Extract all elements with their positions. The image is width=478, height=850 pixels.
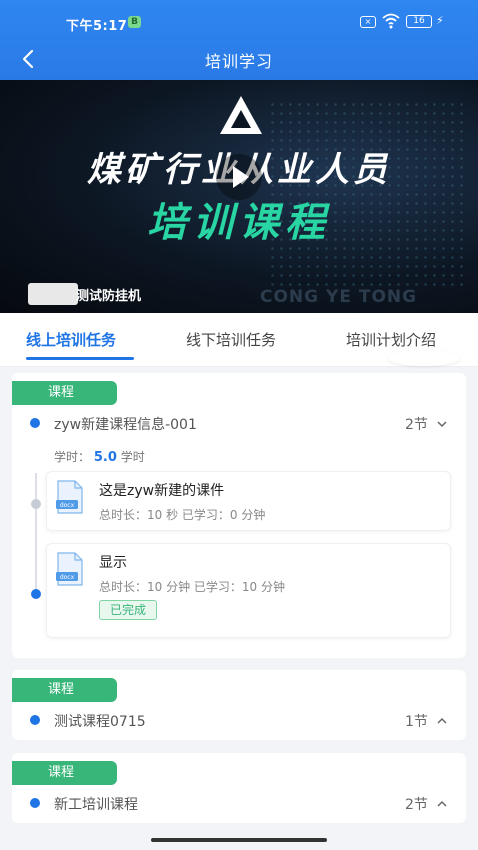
course-title[interactable]: 测试课程0715	[54, 711, 146, 731]
charging-icon: ⚡	[436, 14, 444, 27]
hours-unit: 学时	[120, 450, 145, 464]
page-title: 培训学习	[204, 52, 273, 71]
course-lesson-toggle[interactable]: 1节	[405, 711, 448, 731]
lesson-count: 2节	[405, 417, 428, 433]
sim-icon: ×	[360, 16, 376, 28]
tab-overlay	[388, 350, 460, 366]
banner-watermark: CONG YE TONG	[260, 287, 418, 307]
docx-file-icon: docx	[56, 480, 83, 514]
lesson-count: 1节	[405, 714, 428, 730]
course-dot	[30, 798, 40, 808]
battery-icon: 16	[406, 15, 432, 28]
completed-badge: 已完成	[99, 600, 158, 620]
courseware-item[interactable]: docx 显示 总时长：10 分钟 已学习：10 分钟 已完成	[46, 543, 451, 638]
training-tabs: 线上培训任务 线下培训任务 培训计划介绍	[0, 313, 478, 367]
tab-offline-tasks[interactable]: 线下培训任务	[186, 329, 276, 350]
status-bar: 下午5:17 B × 16 ⚡	[0, 0, 478, 40]
home-indicator[interactable]	[151, 838, 327, 842]
top-bar: 下午5:17 B × 16 ⚡ 培训学习	[0, 0, 478, 80]
tab-online-tasks[interactable]: 线上培训任务	[26, 329, 116, 350]
course-card: 课程 新工培训课程 2节	[12, 753, 466, 823]
wifi-icon	[382, 13, 400, 29]
courseware-title: 显示	[99, 555, 127, 571]
notification-badge: B	[128, 16, 141, 28]
hours-value: 5.0	[93, 450, 117, 465]
course-lesson-toggle[interactable]: 2节	[405, 414, 448, 434]
courseware-meta: 总时长：10 秒 已学习：0 分钟	[99, 508, 266, 522]
chevron-up-icon	[437, 800, 447, 807]
chevron-up-icon	[437, 717, 447, 724]
redacted-name	[28, 283, 78, 305]
course-tag: 课程	[12, 678, 117, 702]
lesson-count: 2节	[405, 797, 428, 813]
courseware-item[interactable]: docx 这是zyw新建的课件 总时长：10 秒 已学习：0 分钟	[46, 471, 451, 531]
course-card: 课程 zyw新建课程信息-001 2节 学时： 5.0 学时 docx 这是zy…	[12, 373, 466, 658]
brand-logo-icon	[220, 96, 262, 134]
tab-plan-intro[interactable]: 培训计划介绍	[346, 329, 436, 350]
course-video-banner[interactable]: 煤矿行业从业人员 培训课程 CONG YE TONG 测试防挂机	[0, 80, 478, 313]
active-tab-indicator	[26, 357, 134, 360]
chevron-down-icon	[437, 421, 447, 428]
courseware-meta: 总时长：10 分钟 已学习：10 分钟	[99, 580, 285, 594]
play-icon[interactable]	[216, 154, 262, 200]
course-hours: 学时： 5.0 学时	[54, 448, 145, 465]
lesson-timeline	[35, 473, 37, 591]
course-card: 课程 测试课程0715 1节	[12, 670, 466, 740]
course-dot	[30, 418, 40, 428]
timeline-node-current	[31, 589, 41, 599]
docx-file-icon: docx	[56, 552, 83, 586]
course-tag: 课程	[12, 381, 117, 405]
course-lesson-toggle[interactable]: 2节	[405, 794, 448, 814]
video-caption: 测试防挂机	[76, 289, 142, 304]
course-dot	[30, 715, 40, 725]
svg-text:docx: docx	[60, 502, 75, 509]
course-tag: 课程	[12, 761, 117, 785]
hours-label: 学时：	[54, 450, 91, 464]
course-title[interactable]: 新工培训课程	[54, 794, 138, 814]
courseware-title: 这是zyw新建的课件	[99, 483, 225, 499]
status-time: 下午5:17	[66, 19, 128, 34]
timeline-node	[31, 499, 41, 509]
svg-text:docx: docx	[60, 574, 75, 581]
course-title[interactable]: zyw新建课程信息-001	[54, 414, 197, 434]
